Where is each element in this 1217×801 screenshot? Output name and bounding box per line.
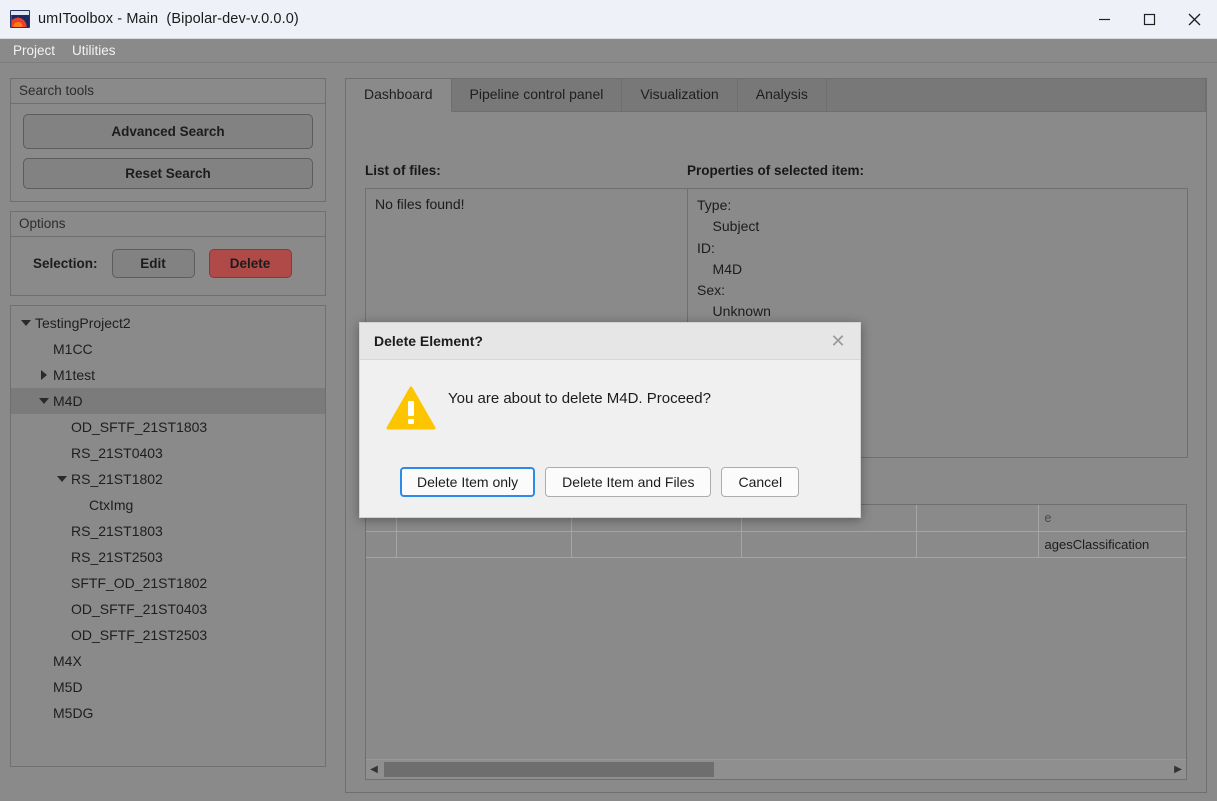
table-cell	[741, 531, 917, 558]
tree-item-label: RS_21ST1802	[71, 471, 163, 487]
options-panel: Options Selection: Edit Delete	[10, 211, 326, 296]
tree-item[interactable]: M4X	[11, 648, 325, 674]
properties-label: Properties of selected item:	[687, 163, 865, 178]
minimize-icon[interactable]	[1082, 0, 1127, 39]
table-row[interactable]: agesClassification [obj.current_outFile]…	[366, 531, 1186, 558]
tree-item[interactable]: OD_SFTF_21ST1803	[11, 414, 325, 440]
tree-toggle[interactable]	[35, 370, 53, 380]
tab-strip: Dashboard Pipeline control panel Visuali…	[346, 79, 1206, 112]
scroll-left-arrow[interactable]: ◀	[366, 764, 382, 775]
tab-visualization[interactable]: Visualization	[622, 79, 738, 112]
warning-triangle-icon	[386, 384, 442, 435]
dialog-actions: Delete Item only Delete Item and Files C…	[360, 467, 862, 497]
tree-toggle[interactable]	[53, 476, 71, 482]
dialog-message: You are about to delete M4D. Proceed?	[448, 390, 711, 407]
table-cell	[366, 531, 397, 558]
tree-toggle[interactable]	[35, 398, 53, 404]
menu-project[interactable]: Project	[6, 41, 62, 60]
matlab-app-icon	[10, 10, 30, 28]
dialog-body: You are about to delete M4D. Proceed?	[360, 360, 860, 435]
tree-item-label: OD_SFTF_21ST1803	[71, 419, 208, 435]
tree-toggle[interactable]	[17, 320, 35, 326]
title-bar: umIToolbox - Main (Bipolar-dev-v.0.0.0)	[0, 0, 1217, 39]
table-horizontal-scrollbar[interactable]: ◀ ▶	[366, 759, 1186, 779]
search-tools-title: Search tools	[11, 79, 325, 104]
tree-item-label: M1CC	[53, 341, 93, 357]
close-icon[interactable]	[1172, 0, 1217, 39]
tab-strip-filler	[827, 79, 1206, 112]
tree-item[interactable]: SFTF_OD_21ST1802	[11, 570, 325, 596]
chevron-down-icon[interactable]	[57, 476, 67, 482]
tab-pipeline-control-panel[interactable]: Pipeline control panel	[452, 79, 623, 112]
tree-item[interactable]: M1test	[11, 362, 325, 388]
tree-item[interactable]: RS_21ST0403	[11, 440, 325, 466]
tree-item[interactable]: RS_21ST2503	[11, 544, 325, 570]
dialog-title: Delete Element?	[374, 333, 483, 349]
scroll-right-arrow[interactable]: ▶	[1170, 764, 1186, 775]
tab-dashboard[interactable]: Dashboard	[346, 79, 452, 112]
tree-item[interactable]: M1CC	[11, 336, 325, 362]
cancel-button[interactable]: Cancel	[721, 467, 800, 497]
tree-item-label: RS_21ST2503	[71, 549, 163, 565]
menu-bar: Project Utilities	[0, 39, 1217, 63]
tree-item-label: RS_21ST0403	[71, 445, 163, 461]
left-sidebar: Search tools Advanced Search Reset Searc…	[10, 78, 326, 767]
tree-item[interactable]: CtxImg	[11, 492, 325, 518]
chevron-down-icon[interactable]	[39, 398, 49, 404]
window-title: umIToolbox - Main (Bipolar-dev-v.0.0.0)	[38, 11, 299, 27]
edit-button[interactable]: Edit	[111, 249, 195, 278]
scrollbar-track[interactable]	[382, 761, 1170, 778]
table-cell	[916, 531, 1039, 558]
tree-item[interactable]: OD_SFTF_21ST2503	[11, 622, 325, 648]
delete-button[interactable]: Delete	[208, 249, 292, 278]
tree-item-label: SFTF_OD_21ST1802	[71, 575, 208, 591]
search-tools-panel: Search tools Advanced Search Reset Searc…	[10, 78, 326, 202]
tree-item[interactable]: RS_21ST1802	[11, 466, 325, 492]
pipeline-table[interactable]: e Job agesClassification [obj.curre	[365, 504, 1187, 780]
tree-item-label: TestingProject2	[35, 315, 131, 331]
list-of-files-label: List of files:	[365, 163, 441, 178]
table-cell	[571, 531, 742, 558]
tree-item-label: M5DG	[53, 705, 94, 721]
scrollbar-thumb[interactable]	[384, 762, 714, 777]
tree-item-label: M5D	[53, 679, 83, 695]
tree-item-label: OD_SFTF_21ST2503	[71, 627, 208, 643]
close-icon[interactable]: ✕	[828, 332, 848, 350]
tree-item-label: OD_SFTF_21ST0403	[71, 601, 208, 617]
application-window: umIToolbox - Main (Bipolar-dev-v.0.0.0) …	[0, 0, 1217, 801]
options-title: Options	[11, 212, 325, 237]
tree-item-label: M4D	[53, 393, 83, 409]
delete-element-dialog: Delete Element? ✕ You are about to delet…	[359, 322, 861, 518]
chevron-down-icon[interactable]	[21, 320, 31, 326]
table-header-cell[interactable]	[916, 505, 1039, 532]
tab-analysis[interactable]: Analysis	[738, 79, 827, 112]
table-header-cell[interactable]: e	[1038, 505, 1186, 532]
chevron-right-icon[interactable]	[41, 370, 47, 380]
delete-item-and-files-button[interactable]: Delete Item and Files	[545, 467, 712, 497]
tree-item[interactable]: TestingProject2	[11, 310, 325, 336]
tree-item-label: CtxImg	[89, 497, 134, 513]
tree-item-label: M1test	[53, 367, 96, 383]
advanced-search-button[interactable]: Advanced Search	[23, 114, 313, 149]
reset-search-button[interactable]: Reset Search	[23, 158, 313, 189]
window-controls	[1082, 0, 1217, 39]
dialog-header: Delete Element? ✕	[360, 323, 860, 360]
menu-utilities[interactable]: Utilities	[65, 41, 123, 60]
tree-item[interactable]: M5D	[11, 674, 325, 700]
tree-item[interactable]: OD_SFTF_21ST0403	[11, 596, 325, 622]
tree-item[interactable]: M4D	[11, 388, 325, 414]
tree-item[interactable]: RS_21ST1803	[11, 518, 325, 544]
table-cell	[396, 531, 572, 558]
files-empty-message: No files found!	[375, 196, 465, 212]
maximize-icon[interactable]	[1127, 0, 1172, 39]
tree-item-label: M4X	[53, 653, 82, 669]
selection-label: Selection:	[33, 256, 98, 271]
table-cell: agesClassification	[1038, 531, 1186, 558]
project-tree[interactable]: TestingProject2 M1CC M1test M4D OD_SFTF_21ST…	[10, 305, 326, 767]
delete-item-only-button[interactable]: Delete Item only	[400, 467, 536, 497]
tree-item-label: RS_21ST1803	[71, 523, 163, 539]
tree-item[interactable]: M5DG	[11, 700, 325, 726]
